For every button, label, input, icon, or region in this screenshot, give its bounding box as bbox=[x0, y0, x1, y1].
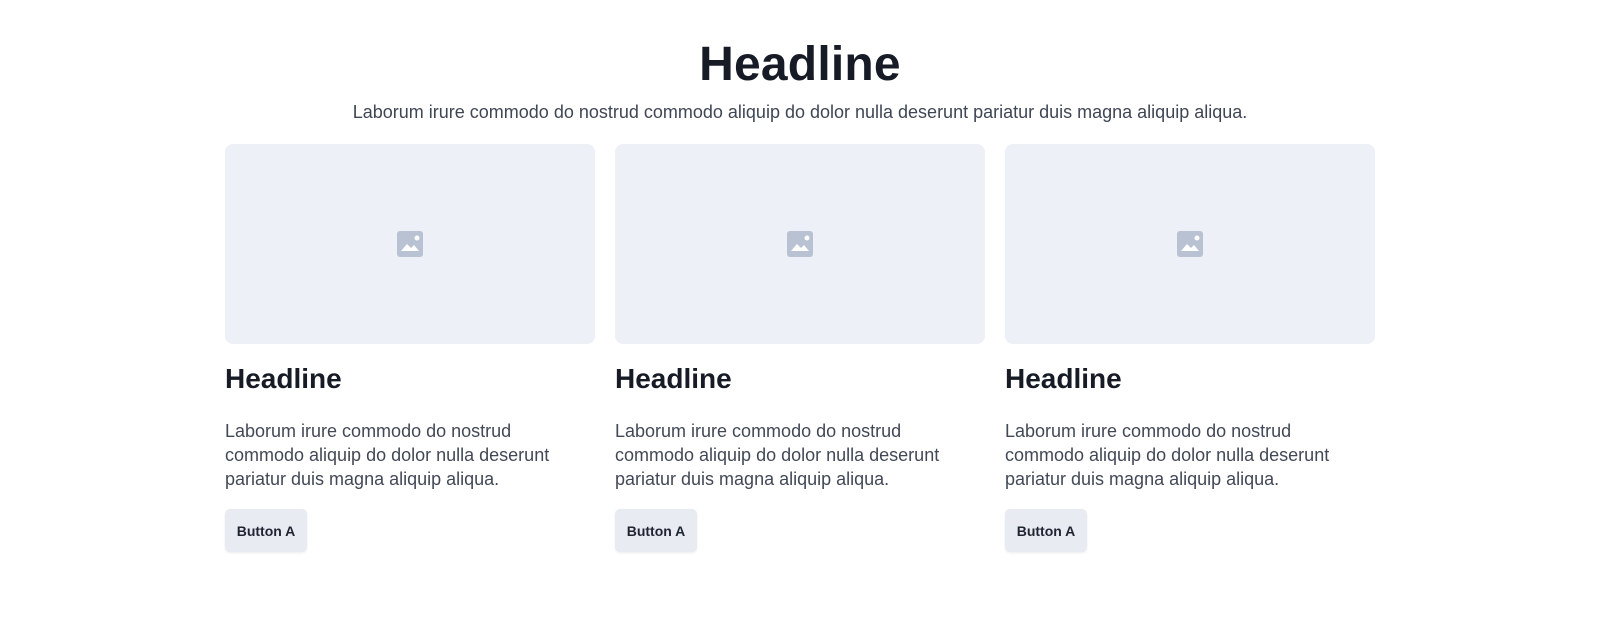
image-icon bbox=[787, 231, 813, 257]
card-grid: Headline Laborum irure commodo do nostru… bbox=[225, 144, 1375, 553]
image-placeholder bbox=[225, 144, 595, 344]
card-2: Headline Laborum irure commodo do nostru… bbox=[615, 144, 985, 553]
button-a[interactable]: Button A bbox=[225, 509, 307, 553]
image-placeholder bbox=[1005, 144, 1375, 344]
image-icon bbox=[1177, 231, 1203, 257]
card-title: Headline bbox=[225, 363, 342, 394]
card-description: Laborum irure commodo do nostrud commodo… bbox=[225, 421, 550, 490]
card-description: Laborum irure commodo do nostrud commodo… bbox=[615, 421, 940, 490]
card-title: Headline bbox=[615, 363, 732, 394]
page-subtitle: Laborum irure commodo do nostrud commodo… bbox=[352, 102, 1248, 122]
page-title: Headline bbox=[699, 38, 901, 92]
button-a[interactable]: Button A bbox=[1005, 509, 1087, 553]
card-description: Laborum irure commodo do nostrud commodo… bbox=[1005, 421, 1330, 490]
content-section: Headline Laborum irure commodo do nostru… bbox=[0, 0, 1600, 619]
image-placeholder bbox=[615, 144, 985, 344]
card-title: Headline bbox=[1005, 363, 1122, 394]
button-a[interactable]: Button A bbox=[615, 509, 697, 553]
image-icon bbox=[397, 231, 423, 257]
card-1: Headline Laborum irure commodo do nostru… bbox=[225, 144, 595, 553]
card-3: Headline Laborum irure commodo do nostru… bbox=[1005, 144, 1375, 553]
